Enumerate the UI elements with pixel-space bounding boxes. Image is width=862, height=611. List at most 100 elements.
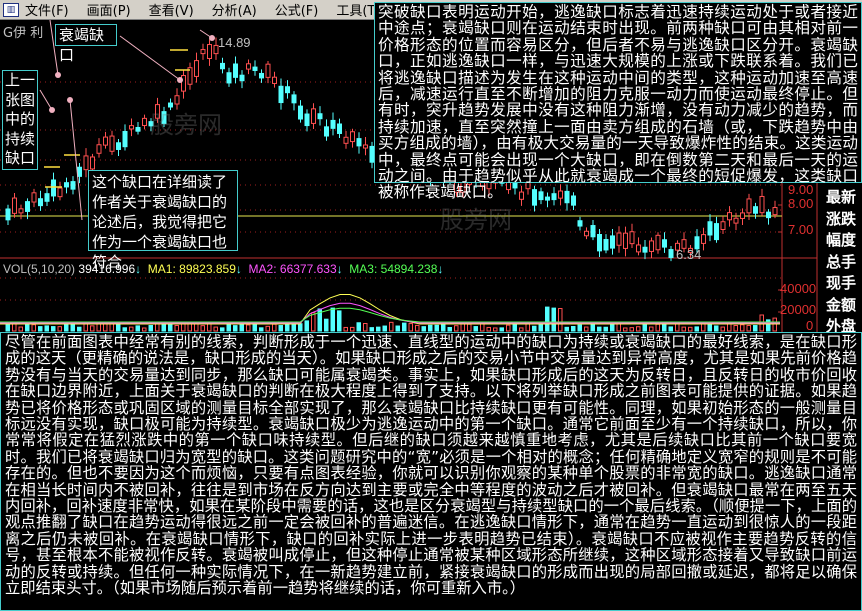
- volume-bar: [181, 323, 186, 332]
- volume-bar: [389, 321, 394, 332]
- volume-bar: [44, 325, 49, 332]
- volume-bar: [629, 327, 634, 332]
- volume-bar: [506, 324, 511, 332]
- volume-bar: [174, 324, 179, 332]
- volume-bar: [532, 325, 537, 332]
- candle-down: [590, 225, 596, 238]
- candle-down: [356, 138, 362, 147]
- volume-bar: [441, 324, 446, 332]
- menu-analysis[interactable]: 分析(A): [212, 0, 257, 19]
- volume-bar: [64, 323, 69, 332]
- candle-down: [317, 113, 323, 120]
- candle-down: [668, 249, 674, 258]
- candle-up: [200, 49, 206, 55]
- vol-ma3: MA3: 54894.238: [349, 262, 438, 276]
- volume-tick: 0: [806, 318, 814, 333]
- volume-bar: [226, 323, 231, 332]
- arrow-head-icon: [177, 77, 183, 83]
- volume-bar: [402, 322, 407, 332]
- volume-bar: [415, 324, 420, 332]
- candle-up: [655, 234, 661, 251]
- candle-down: [538, 191, 544, 201]
- candle-down: [551, 193, 557, 201]
- volume-bar: [168, 323, 173, 332]
- stock-name: G伊 利: [3, 26, 44, 41]
- volume-bar: [18, 326, 23, 332]
- candle-down: [239, 74, 245, 82]
- volume-bar: [356, 322, 361, 332]
- volume-bar: [220, 327, 225, 332]
- candle-up: [350, 131, 355, 143]
- volume-bar: [90, 325, 95, 332]
- volume-bar: [701, 323, 706, 332]
- menu-view[interactable]: 查看(V): [149, 0, 194, 19]
- candle-down: [304, 113, 310, 127]
- volume-ma2-line: [0, 302, 780, 324]
- arrow-line: [39, 89, 53, 111]
- volume-bar: [454, 325, 459, 332]
- volume-tick: 40000: [780, 281, 817, 296]
- volume-bar: [5, 324, 10, 332]
- candle-up: [649, 240, 654, 252]
- quote-label-change: 涨跌: [825, 209, 856, 228]
- quote-label-latest: 最新: [825, 188, 856, 206]
- candle-down: [564, 190, 570, 204]
- volume-bar: [421, 326, 426, 332]
- candle-down: [64, 182, 69, 188]
- vol-ma1: MA1: 89823.859: [147, 262, 236, 276]
- candle-up: [194, 60, 199, 77]
- menu-view-screen[interactable]: 画面(P): [87, 0, 131, 19]
- quote-label-total-volume: 总手: [825, 252, 856, 271]
- candle-up: [584, 230, 589, 237]
- volume-bar: [239, 324, 244, 332]
- volume-bar: [746, 324, 751, 332]
- candle-down: [577, 220, 583, 227]
- volume-bar: [486, 326, 491, 332]
- volume-bar: [142, 327, 147, 332]
- candle-up: [246, 63, 251, 70]
- volume-bar: [57, 326, 62, 332]
- candle-down: [122, 131, 128, 148]
- quote-label-amount: 金额: [825, 295, 856, 314]
- candle-up: [623, 232, 628, 249]
- quote-panel: 最新 涨跌 幅度 总手 现手 金额 外盘: [820, 187, 862, 338]
- volume-bar: [428, 324, 433, 332]
- candle-down: [532, 189, 537, 206]
- volume-bar: [688, 326, 693, 332]
- candle-down: [135, 126, 141, 132]
- candle-up: [129, 125, 134, 130]
- volume-bar: [493, 327, 498, 332]
- candle-up: [772, 207, 778, 216]
- low-price-label: 6.34: [676, 247, 702, 262]
- menu-file[interactable]: 文件(F): [25, 0, 69, 19]
- candle-down: [753, 206, 758, 214]
- candle-up: [272, 76, 277, 84]
- candle-down: [220, 62, 225, 70]
- candle-up: [733, 217, 739, 224]
- volume-bar: [382, 325, 387, 332]
- candle-up: [343, 136, 349, 144]
- volume-bar: [116, 323, 121, 332]
- candle-down: [226, 72, 232, 84]
- price-tick: 7.00: [788, 222, 814, 237]
- volume-bar: [408, 323, 413, 332]
- candle-up: [265, 63, 271, 78]
- arrow-down-icon: ↓: [135, 262, 142, 276]
- volume-bar: [278, 325, 283, 332]
- volume-bar: [616, 323, 621, 332]
- quote-label-percent: 幅度: [825, 231, 856, 249]
- volume-bar: [753, 325, 758, 332]
- volume-bar: [324, 318, 329, 332]
- volume-bar: [304, 320, 309, 332]
- candle-down: [70, 181, 76, 190]
- candle-down: [51, 179, 56, 197]
- menu-formula[interactable]: 公式(F): [275, 0, 319, 19]
- arrow-line: [119, 35, 181, 81]
- explanation-text-top: 突破缺口表明运动开始，逃逸缺口标志着迅速持续运动处于或者接近中途点；衰竭缺口则在…: [374, 2, 862, 201]
- watermark: 股旁网: [150, 111, 222, 139]
- volume-bar: [655, 323, 660, 332]
- candle-up: [616, 232, 622, 246]
- candle-up: [311, 108, 316, 124]
- candle-down: [44, 193, 50, 202]
- volume-bar: [733, 324, 738, 332]
